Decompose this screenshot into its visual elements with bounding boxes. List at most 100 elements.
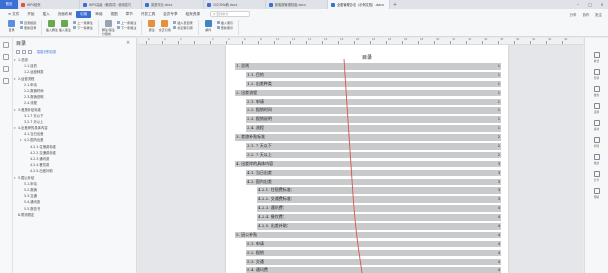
horizontal-ruler[interactable]: 6 4 2 2 4 6 8 10 12 14 16 18 20 22 24 26 28 30 32 34 36 38 40 4… xyxy=(138,38,583,45)
style-icon xyxy=(593,52,600,58)
maximize-button[interactable]: □ xyxy=(584,0,596,9)
document-tab[interactable]: 全套管理办法（示例文档）.docx xyxy=(328,0,390,9)
ribbon-small-button[interactable]: 标记索引项 xyxy=(173,25,193,30)
document-tab[interactable]: WPS稻壳 xyxy=(18,0,80,9)
nav-pane-close-button[interactable]: × xyxy=(126,40,130,46)
toc-entry[interactable]: 4. 出差岸的具体内容 3 xyxy=(235,160,501,169)
ribbon-button[interactable]: 邮件 xyxy=(202,20,215,32)
toc-icon[interactable] xyxy=(3,42,9,48)
toc-entry[interactable]: 2. 出差流程 1 xyxy=(235,89,501,98)
menu-item[interactable]: 审阅 xyxy=(91,11,106,18)
sidebar-tool-label: 形状 xyxy=(593,77,600,80)
ribbon-button[interactable]: 插入脚注 xyxy=(45,20,58,32)
ribbon-small-button[interactable]: 目录级别 xyxy=(20,20,36,25)
collapse-all-icon[interactable] xyxy=(22,49,26,54)
home-tab[interactable]: 首页 xyxy=(0,0,18,9)
ruler-number: 20 xyxy=(356,38,360,41)
ribbon-small-button[interactable]: 下一条脚注 xyxy=(73,25,93,30)
ribbon-small-button[interactable]: 更新目录 xyxy=(20,25,36,30)
share-icon xyxy=(593,171,600,177)
minimize-button[interactable]: – xyxy=(572,0,584,9)
ribbon-group: 插入脚注 插入尾注 上一条脚注 下一条脚注 xyxy=(42,20,99,35)
ribbon-button[interactable]: 题注 xyxy=(145,20,158,32)
ribbon-small-button[interactable]: 上一条脚注 xyxy=(73,20,93,25)
menu-item[interactable]: 引用 xyxy=(76,10,92,18)
sidebar-tool-button[interactable]: 帮助 xyxy=(593,188,600,205)
sidebar-tool-button[interactable]: 划词 xyxy=(593,137,600,154)
ruler-tick xyxy=(210,41,211,44)
sidebar-tool-button[interactable]: 选择 xyxy=(593,103,600,120)
toc-entry[interactable]: 5. 因公补贴 4 xyxy=(235,231,501,240)
close-window-button[interactable]: × xyxy=(596,0,608,9)
toc-entry[interactable]: 1.1. 目的 1 xyxy=(235,71,501,80)
toc-entry[interactable]: 1. 总则 1 xyxy=(235,62,501,71)
document-tab[interactable]: WPS高级（敏感词）使用技巧 xyxy=(80,0,142,9)
ribbon-small-button[interactable]: 上一条尾注 xyxy=(116,20,136,25)
sidebar-tool-button[interactable]: 形状 xyxy=(593,69,600,86)
ribbon-small-button[interactable]: 插入表目录 xyxy=(173,20,193,25)
command-search-input[interactable]: Q 查找命令 xyxy=(209,11,250,17)
toc-entry[interactable]: 3.1. 7 天以下 2 xyxy=(235,142,501,151)
sidebar-tool-button[interactable]: 格式 xyxy=(593,154,600,171)
thumbnail-icon[interactable] xyxy=(3,66,9,72)
toc-entry[interactable]: 1.2. 出差种类 1 xyxy=(235,80,501,89)
menu-item[interactable]: 开始 xyxy=(23,11,38,18)
ribbon-button[interactable]: 交叉引用 xyxy=(158,20,171,32)
menu-right-item[interactable]: 批注 xyxy=(595,12,602,17)
smart-toc-button[interactable]: 智能识别目录 xyxy=(37,49,56,54)
toc-highlight xyxy=(246,125,501,132)
expand-all-icon[interactable] xyxy=(16,49,20,54)
menu-item[interactable]: ≡ 文件 xyxy=(4,11,23,18)
toc-entry[interactable]: 4.2. 国内出差 3 xyxy=(235,178,501,187)
toc-entry[interactable]: 5.1. 申请 4 xyxy=(235,240,501,249)
toc-entry[interactable]: 2.3. 报销说明 1 xyxy=(235,115,501,124)
bookmark-icon[interactable] xyxy=(3,54,9,60)
menu-item[interactable]: 视图 xyxy=(106,11,121,18)
toc-entry[interactable]: 4.2.1. 住宿费标准： 3 xyxy=(235,186,501,195)
ribbon-small-button[interactable]: 插入索引 xyxy=(216,20,233,25)
menu-item[interactable]: 页面布局 xyxy=(54,11,76,18)
menu-item[interactable]: 插入 xyxy=(39,11,54,18)
ruler-number: 44 xyxy=(548,38,552,41)
toc-entry[interactable]: 4.2.2. 交通费标准： 3 xyxy=(235,195,501,204)
menu-item[interactable]: 会员专享 xyxy=(159,11,181,18)
ribbon-small-button[interactable]: 更新索引 xyxy=(216,25,233,30)
toc-entry[interactable]: 4.2.5. 出差补助： 4 xyxy=(235,222,501,231)
toc-entry[interactable]: 2.4. 流程 1 xyxy=(235,124,501,133)
toc-entry[interactable]: 5.3. 交通 4 xyxy=(235,258,501,267)
sidebar-tool-button[interactable]: 属性 xyxy=(593,86,600,103)
toc-entry[interactable]: 2.1. 申请 1 xyxy=(235,98,501,107)
ribbon-button[interactable]: 脚注/尾注分隔线 xyxy=(102,20,115,36)
menu-item[interactable]: 稻壳资源 xyxy=(182,11,204,18)
toc-page-number: 4 xyxy=(497,215,500,220)
ribbon-small-button[interactable]: 下一条尾注 xyxy=(116,25,136,30)
settings-icon[interactable] xyxy=(28,49,32,54)
toc-entry[interactable]: 5.2. 报销 4 xyxy=(235,249,501,258)
toc-entry[interactable]: 4.1. 当日出差 3 xyxy=(235,169,501,178)
nav-outline-item[interactable]: 6.附则规定 xyxy=(14,212,134,218)
document-tab[interactable]: 2023Ms稿.docx xyxy=(204,0,266,9)
toc-entry[interactable]: 4.2.3. 通讯费： 4 xyxy=(235,204,501,213)
menu-item[interactable]: 章节 xyxy=(122,11,137,18)
search-icon[interactable] xyxy=(3,78,9,84)
document-tab[interactable]: 新客服管理制度.docx xyxy=(266,0,328,9)
document-tab[interactable]: 英语作业.docx xyxy=(142,0,204,9)
menu-right-item[interactable]: 协作 xyxy=(582,12,589,17)
toc-entry[interactable]: 2.2. 报销时间 1 xyxy=(235,106,501,115)
toc-entry[interactable]: 3. 差旅补贴标准 2 xyxy=(235,133,501,142)
sidebar-tool-button[interactable]: 素材 xyxy=(593,120,600,137)
document-page[interactable]: 目录 1. 总则 1 1.1. 目的 1 1.2. 出差种类 1 2. 出差流程 1 2.1. … xyxy=(226,45,508,273)
sidebar-tool-button[interactable]: 分享 xyxy=(593,171,600,188)
toc-page-number: 2 xyxy=(497,152,500,157)
toc-entry-text: 2.1. 申请 xyxy=(247,98,264,104)
menu-right-item[interactable]: 分享 xyxy=(570,12,577,17)
new-tab-button[interactable]: + xyxy=(390,0,400,9)
sidebar-tool-button[interactable]: 样式 xyxy=(593,52,600,69)
ribbon-button[interactable]: 目录 xyxy=(5,20,18,32)
toc-entry[interactable]: 5.4. 通讯费 4 xyxy=(235,266,501,273)
ribbon-button[interactable]: 插入尾注 xyxy=(58,20,71,32)
document-icon xyxy=(207,2,211,7)
toc-entry[interactable]: 3.2. 7 天以上 2 xyxy=(235,151,501,160)
menu-item[interactable]: 开发工具 xyxy=(137,11,159,18)
toc-entry[interactable]: 4.2.4. 餐饮费： 4 xyxy=(235,213,501,222)
